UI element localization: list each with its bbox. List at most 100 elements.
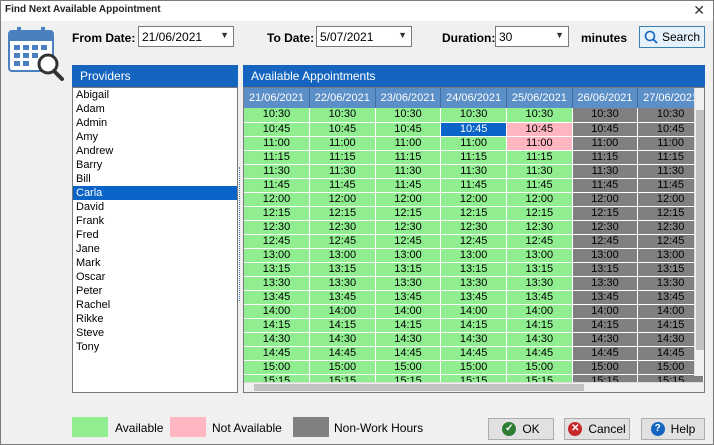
appointment-slot[interactable]: 13:15 [309,262,376,277]
appointment-slot[interactable]: 12:45 [309,234,376,249]
appointment-slot[interactable]: 11:00 [440,136,507,151]
appointment-slot[interactable]: 14:00 [244,304,310,319]
appointment-slot[interactable]: 14:00 [506,304,573,319]
provider-item[interactable]: Abigail [73,88,237,102]
scroll-thumb[interactable] [696,110,704,350]
appointment-slot[interactable]: 12:45 [572,234,639,249]
provider-item[interactable]: Steve [73,326,237,340]
provider-item[interactable]: Frank [73,214,237,228]
appointment-slot[interactable]: 14:15 [572,318,639,333]
appointment-slot[interactable]: 11:00 [506,136,573,151]
appointment-slot[interactable]: 13:00 [440,248,507,263]
appointment-slot[interactable]: 12:00 [244,192,310,207]
appointment-slot[interactable]: 12:30 [309,220,376,235]
appointment-slot[interactable]: 12:30 [244,220,310,235]
provider-item[interactable]: David [73,200,237,214]
provider-item[interactable]: Oscar [73,270,237,284]
provider-item[interactable]: Andrew [73,144,237,158]
appointment-slot[interactable]: 13:15 [440,262,507,277]
providers-list[interactable]: Abigail Adam Admin Amy Andrew Barry Bill Carla D… [72,87,238,393]
appointment-slot[interactable]: 10:30 [440,108,507,123]
appointment-slot[interactable]: 10:45 [309,122,376,137]
appointment-slot[interactable]: 14:15 [309,318,376,333]
appointment-slot[interactable]: 14:30 [309,332,376,347]
provider-item[interactable]: Rachel [73,298,237,312]
appointment-slot[interactable]: 13:45 [244,290,310,305]
date-column-header[interactable]: 22/06/2021 [309,88,376,108]
from-date-picker[interactable]: 21/06/2021 ▼ [138,26,234,47]
appointment-slot[interactable]: 12:45 [440,234,507,249]
appointment-slot[interactable]: 11:45 [572,178,639,193]
help-button[interactable]: ? Help [641,418,705,440]
appointment-slot[interactable]: 10:45 [375,122,442,137]
appointment-slot[interactable]: 13:45 [375,290,442,305]
provider-item[interactable]: Peter [73,284,237,298]
appointment-slot[interactable]: 11:15 [375,150,442,165]
appointment-slot[interactable]: 13:45 [440,290,507,305]
appointment-slot[interactable]: 11:45 [375,178,442,193]
appointment-slot[interactable]: 13:00 [506,248,573,263]
provider-item[interactable]: Barry [73,158,237,172]
appointment-slot[interactable]: 11:15 [440,150,507,165]
appointment-slot[interactable]: 10:45 [506,122,573,137]
appointment-slot[interactable]: 14:15 [375,318,442,333]
appointment-slot[interactable]: 11:30 [375,164,442,179]
appointment-slot[interactable]: 14:45 [244,346,310,361]
appointment-slot[interactable]: 11:15 [309,150,376,165]
date-column-header[interactable]: 24/06/2021 [440,88,507,108]
provider-item[interactable]: Bill [73,172,237,186]
appointment-slot[interactable]: 12:00 [309,192,376,207]
appointment-slot[interactable]: 14:30 [375,332,442,347]
appointment-slot[interactable]: 13:30 [244,276,310,291]
appointment-slot[interactable]: 11:15 [244,150,310,165]
appointment-slot[interactable]: 11:45 [506,178,573,193]
provider-item[interactable]: Admin [73,116,237,130]
appointment-slot[interactable]: 12:30 [440,220,507,235]
appointment-slot[interactable]: 12:30 [506,220,573,235]
appointment-slot[interactable]: 13:45 [506,290,573,305]
appointment-slot[interactable]: 14:15 [440,318,507,333]
provider-item[interactable]: Mark [73,256,237,270]
provider-item[interactable]: Adam [73,102,237,116]
appointment-slot[interactable]: 12:15 [375,206,442,221]
appointment-slot[interactable]: 10:45 [244,122,310,137]
appointment-slot[interactable]: 10:30 [572,108,639,123]
appointment-slot[interactable]: 10:45 [440,122,507,137]
appointment-slot[interactable]: 11:00 [572,136,639,151]
appointment-slot[interactable]: 13:15 [572,262,639,277]
appointment-slot[interactable]: 11:00 [375,136,442,151]
provider-item[interactable]: Fred [73,228,237,242]
appointment-slot[interactable]: 15:00 [440,360,507,375]
appointment-slot[interactable]: 10:30 [375,108,442,123]
appointment-slot[interactable]: 10:30 [244,108,310,123]
appointment-slot[interactable]: 13:30 [572,276,639,291]
appointment-slot[interactable]: 15:00 [309,360,376,375]
appointment-slot[interactable]: 14:00 [375,304,442,319]
appointment-slot[interactable]: 10:30 [309,108,376,123]
appointment-slot[interactable]: 11:30 [440,164,507,179]
appointment-slot[interactable]: 11:15 [506,150,573,165]
date-column-header[interactable]: 23/06/2021 [375,88,442,108]
appointment-slot[interactable]: 13:00 [309,248,376,263]
appointment-slot[interactable]: 13:30 [440,276,507,291]
appointment-slot[interactable]: 10:45 [572,122,639,137]
date-column-header[interactable]: 21/06/2021 [244,88,310,108]
appointment-slot[interactable]: 12:15 [572,206,639,221]
appointment-slot[interactable]: 13:00 [375,248,442,263]
appointment-slot[interactable]: 11:30 [572,164,639,179]
horizontal-scrollbar[interactable] [244,382,704,392]
appointment-slot[interactable]: 14:45 [572,346,639,361]
appointment-slot[interactable]: 12:30 [375,220,442,235]
appointment-slot[interactable]: 11:00 [244,136,310,151]
appointment-slot[interactable]: 12:00 [375,192,442,207]
provider-item[interactable]: Rikke [73,312,237,326]
appointment-slot[interactable]: 14:45 [506,346,573,361]
appointment-slot[interactable]: 10:30 [506,108,573,123]
appointment-slot[interactable]: 13:45 [572,290,639,305]
to-date-picker[interactable]: 5/07/2021 ▼ [316,26,412,47]
appointment-slot[interactable]: 13:00 [572,248,639,263]
appointment-slot[interactable]: 13:15 [375,262,442,277]
appointment-slot[interactable]: 12:45 [506,234,573,249]
appointment-slot[interactable]: 11:30 [506,164,573,179]
ok-button[interactable]: ✓ OK [488,418,554,440]
